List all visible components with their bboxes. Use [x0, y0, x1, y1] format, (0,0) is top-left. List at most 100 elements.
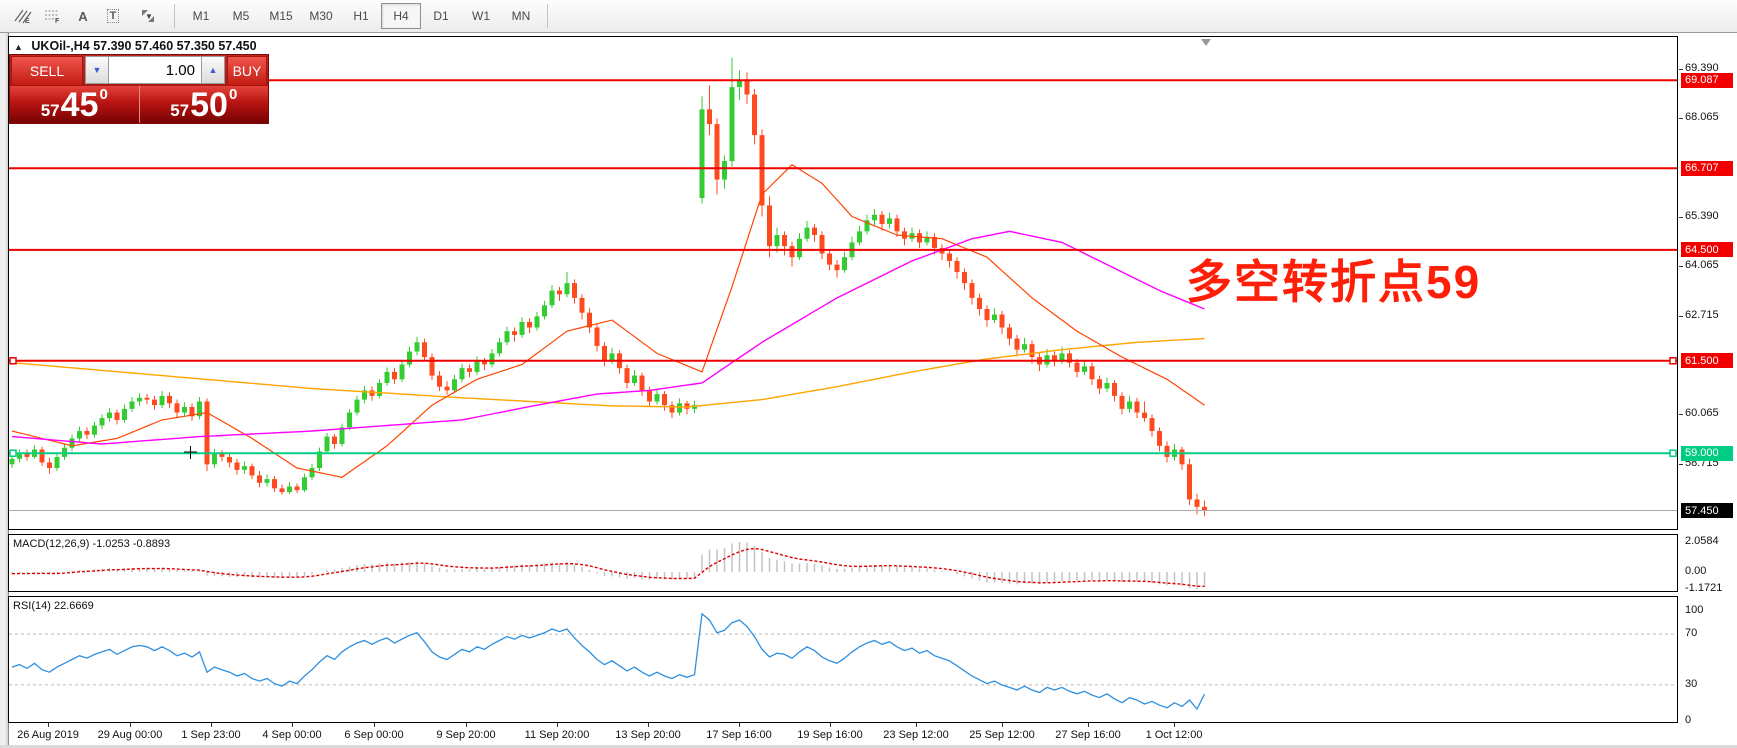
price-line-label-66.707: 66.707 [1681, 160, 1733, 176]
candlestick-series [9, 57, 1207, 517]
rsi-panel[interactable] [8, 596, 1678, 723]
macd-axis-label: 2.0584 [1685, 534, 1719, 547]
timeframe-button-m1[interactable]: M1 [181, 3, 221, 29]
fibonacci-icon: F [45, 10, 60, 24]
time-axis-tick-mark [130, 723, 131, 727]
arrows-tool-button[interactable]: ▼ [128, 2, 168, 30]
timeframe-button-h4[interactable]: H4 [381, 3, 421, 29]
chart-shift-marker-icon [1201, 39, 1211, 46]
trading-terminal-window: E F A T ▼ M1 M5 M15 M30 H1 H4 D1 W1 MN ▲… [0, 0, 1737, 748]
toolbar: E F A T ▼ M1 M5 M15 M30 H1 H4 D1 W1 MN [0, 0, 1737, 33]
toolbar-separator [174, 4, 175, 28]
equidistant-channel-tool-button[interactable]: E [8, 2, 38, 30]
time-axis-label: 25 Sep 12:00 [969, 729, 1035, 741]
price-axis-tick-label: 65.390 [1685, 209, 1719, 222]
price-axis-tick-label: 68.065 [1685, 110, 1719, 123]
current-price-label: 57.450 [1681, 503, 1733, 519]
time-axis-tick-mark [1088, 723, 1089, 727]
time-axis-tick-mark [48, 723, 49, 727]
sell-price-base: 57 [40, 101, 60, 120]
time-axis-tick-mark [466, 723, 467, 727]
rsi-axis-label: 0 [1685, 714, 1692, 726]
toolbar-separator [547, 4, 548, 28]
chart-symbol-header: ▲ UKOil-,H4 57.390 57.460 57.350 57.450 [14, 39, 257, 53]
price-axis-tick-mark [1679, 216, 1683, 218]
time-axis-tick-mark [830, 723, 831, 727]
arrows-icon [142, 10, 154, 22]
rsi-indicator-label: RSI(14) 22.6669 [13, 600, 94, 612]
crosshair-mark [184, 446, 197, 459]
time-axis-label: 13 Sep 20:00 [615, 729, 681, 741]
time-axis-label: 29 Aug 00:00 [97, 729, 163, 741]
svg-text:E: E [25, 18, 30, 24]
price-axis-tick-label: 60.065 [1685, 406, 1719, 419]
timeframe-button-h1[interactable]: H1 [341, 3, 381, 29]
time-axis-label: 17 Sep 16:00 [706, 729, 772, 741]
buy-price-sup: 0 [228, 86, 238, 103]
textbox-tool-button[interactable]: T [98, 2, 128, 30]
time-axis-tick-mark [648, 723, 649, 727]
price-axis-tick-mark [1679, 68, 1683, 70]
macd-signal-line [11, 547, 1205, 588]
rsi-axis-label: 100 [1685, 604, 1704, 616]
svg-text:F: F [55, 18, 60, 24]
timeframe-button-w1[interactable]: W1 [461, 3, 501, 29]
sell-price-big: 45 [60, 86, 99, 125]
symbol-ohlc-text: UKOil-,H4 57.390 57.460 57.350 57.450 [31, 39, 257, 53]
sell-price-sup: 0 [99, 86, 108, 103]
macd-panel[interactable] [8, 534, 1678, 592]
buy-button[interactable]: BUY [227, 56, 267, 86]
time-axis: 26 Aug 2019 29 Aug 00:00 1 Sep 23:00 4 Sep … [8, 723, 1678, 745]
rsi-axis-label: 30 [1685, 677, 1698, 690]
volume-increase-button[interactable]: ▲ [201, 56, 225, 84]
buy-price-base: 57 [170, 101, 190, 120]
time-axis-label: 1 Oct 12:00 [1145, 729, 1203, 741]
time-axis-label: 6 Sep 00:00 [344, 729, 404, 741]
time-axis-label: 19 Sep 16:00 [797, 729, 863, 741]
fibonacci-tool-button[interactable]: F [38, 2, 68, 30]
time-axis-label: 4 Sep 00:00 [262, 729, 322, 741]
timeframe-button-mn[interactable]: MN [501, 3, 541, 29]
rsi-axis-label: 70 [1685, 627, 1698, 640]
buy-price-display[interactable]: 57 50 0 [139, 86, 268, 125]
timeframe-button-m30[interactable]: M30 [301, 3, 341, 29]
time-axis-label: 23 Sep 12:00 [883, 729, 949, 741]
time-axis-tick-mark [739, 723, 740, 727]
time-axis-label: 9 Sep 20:00 [436, 729, 496, 741]
line-handle-61.500[interactable] [1669, 357, 1677, 365]
one-click-trade-panel: SELL ▼ ▲ BUY 57 45 0 57 50 0 [10, 55, 268, 123]
buy-price-big: 50 [190, 86, 228, 125]
timeframe-button-d1[interactable]: D1 [421, 3, 461, 29]
time-axis-tick-mark [557, 723, 558, 727]
volume-decrease-button[interactable]: ▼ [85, 56, 109, 84]
price-axis-tick-mark [1679, 463, 1683, 465]
macd-indicator-label: MACD(12,26,9) -1.0253 -0.8893 [13, 538, 171, 550]
time-axis-label: 27 Sep 16:00 [1055, 729, 1121, 741]
line-handle-59.000[interactable] [1669, 449, 1677, 457]
text-tool-button[interactable]: A [68, 2, 98, 30]
sell-button[interactable]: SELL [11, 56, 83, 86]
volume-input[interactable] [109, 56, 201, 84]
price-axis: 69.390 68.065 65.390 64.065 62.715 60.065 58.7… [1679, 33, 1737, 726]
one-click-panel-arrow-icon[interactable]: ▲ [14, 42, 23, 52]
time-axis-label: 26 Aug 2019 [17, 729, 79, 741]
chart-annotation-text: 多空转折点59 [1186, 256, 1482, 308]
volume-stepper: ▼ ▲ [85, 56, 225, 84]
time-axis-tick-mark [916, 723, 917, 727]
timeframe-group: M1 M5 M15 M30 H1 H4 D1 W1 MN [181, 3, 541, 29]
sell-price-display[interactable]: 57 45 0 [10, 86, 140, 123]
ma-fast-redorange [11, 164, 1205, 478]
time-axis-label: 11 Sep 20:00 [524, 729, 590, 741]
line-handle-61.500[interactable] [9, 357, 17, 365]
time-axis-tick-mark [211, 723, 212, 727]
timeframe-button-m15[interactable]: M15 [261, 3, 301, 29]
price-line-label-61.500: 61.500 [1681, 353, 1733, 369]
timeframe-button-m5[interactable]: M5 [221, 3, 261, 29]
time-axis-tick-mark [374, 723, 375, 727]
price-axis-tick-mark [1679, 413, 1683, 415]
line-handle-59.000[interactable] [9, 449, 17, 457]
rsi-line [11, 612, 1206, 711]
price-line-label-59.000: 59.000 [1681, 445, 1733, 461]
macd-axis-label: 0.00 [1685, 565, 1707, 577]
time-axis-tick-mark [1174, 723, 1175, 727]
